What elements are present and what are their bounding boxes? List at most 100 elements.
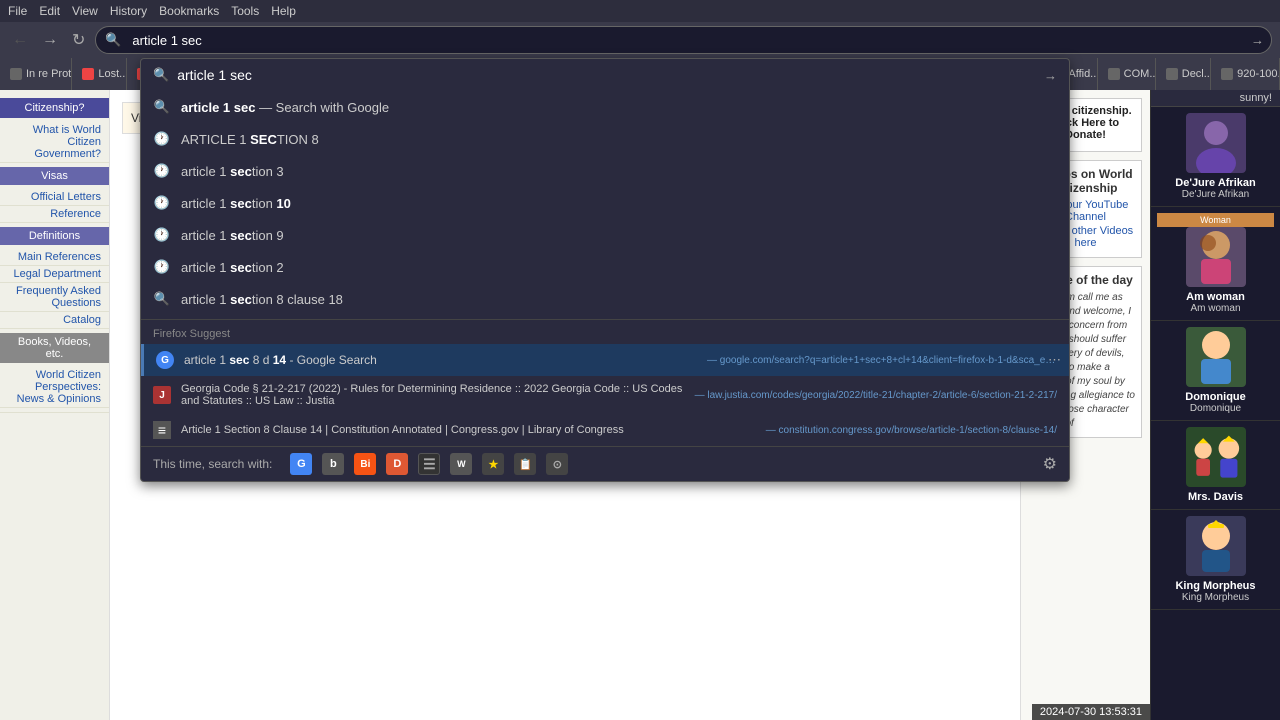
rp-name-dejure: De'Jure Afrikan <box>1157 189 1274 200</box>
rp-item-amwoman[interactable]: Woman Am woman Am woman <box>1151 207 1280 321</box>
menu-history[interactable]: History <box>110 4 147 18</box>
engine-clipboard[interactable]: 📋 <box>514 453 536 475</box>
rp-item-kingmorpheus[interactable]: King Morpheus King Morpheus <box>1151 510 1280 610</box>
rp-item-domonique[interactable]: Domonique Domonique <box>1151 321 1280 421</box>
nav-documents-header: Visas <box>0 167 109 185</box>
toolbar: ← → ↻ 🔍 → <box>0 22 1280 58</box>
ac-item-section9[interactable]: 🕐 article 1 section 9 <box>141 219 1069 251</box>
ac-history-icon-0: 🕐 <box>153 130 171 148</box>
engine-wikipedia[interactable]: W <box>450 453 472 475</box>
tab-0[interactable]: In re Prot... <box>0 58 72 90</box>
ac-search-icon: 🔍 <box>153 98 171 116</box>
rp-avatar-domonique <box>1186 327 1246 387</box>
right-panel: sunny! De'Jure Afrikan De'Jure Afrikan W… <box>1150 90 1280 720</box>
tab-favicon-20 <box>1221 68 1233 80</box>
nav-link-perspectives[interactable] <box>0 408 109 413</box>
engine-history[interactable]: ⊙ <box>546 453 568 475</box>
rp-name-dejure-bold: De'Jure Afrikan <box>1157 177 1274 189</box>
ac-history-icon-3: 🕐 <box>153 226 171 244</box>
menu-help[interactable]: Help <box>271 4 296 18</box>
nav-link-0[interactable]: What is World Citizen Government? <box>0 122 109 163</box>
menu-bookmarks[interactable]: Bookmarks <box>159 4 219 18</box>
ac-history-icon-2: 🕐 <box>153 194 171 212</box>
ac-item-section10[interactable]: 🕐 article 1 section 10 <box>141 187 1069 219</box>
ac-justia-icon: J <box>153 386 171 404</box>
ac-item-section8c18[interactable]: 🔍 article 1 section 8 clause 18 <box>141 283 1069 315</box>
address-bar-container: 🔍 → <box>95 26 1272 54</box>
ac-item-section3[interactable]: 🕐 article 1 section 3 <box>141 155 1069 187</box>
rp-avatar-mrsdavis <box>1186 427 1246 487</box>
ac-search-icon-2: 🔍 <box>153 290 171 308</box>
ac-footer-label: This time, search with: <box>153 457 272 471</box>
rp-name-amwoman-bold: Am woman <box>1157 291 1274 303</box>
autocomplete-input[interactable] <box>177 67 1044 83</box>
nav-link-visas[interactable]: Official Letters <box>0 189 109 206</box>
nav-reference-header: Definitions <box>0 227 109 245</box>
autocomplete-forward-icon[interactable]: → <box>1044 68 1057 83</box>
ac-separator <box>141 319 1069 320</box>
ac-congress-icon: ≡ <box>153 421 171 439</box>
nav-link-definitions[interactable]: Main References <box>0 249 109 266</box>
autocomplete-header: 🔍 → <box>141 59 1069 91</box>
engine-ecosia[interactable]: ☰ <box>418 453 440 475</box>
nav-citizenship-title: Citizenship? <box>0 98 109 118</box>
menu-view[interactable]: View <box>72 4 98 18</box>
autocomplete-dropdown: 🔍 → 🔍 article 1 sec — Search with Google… <box>140 58 1070 482</box>
nav-link-mainref[interactable]: Legal Department <box>0 266 109 283</box>
ac-history-icon-4: 🕐 <box>153 258 171 276</box>
engine-google[interactable]: G <box>290 453 312 475</box>
tab-19[interactable]: Decl... <box>1156 58 1211 90</box>
menu-edit[interactable]: Edit <box>39 4 60 18</box>
nav-link-letters[interactable]: Reference <box>0 206 109 223</box>
ac-google-icon: G <box>156 351 174 369</box>
engine-bookmark[interactable]: b <box>322 453 344 475</box>
engine-duckduckgo[interactable]: D <box>386 453 408 475</box>
ac-url-item-1[interactable]: J Georgia Code § 21-2-217 (2022) - Rules… <box>141 376 1069 414</box>
go-button[interactable]: → <box>1251 33 1264 48</box>
woman-tag: Woman <box>1157 213 1274 227</box>
rp-item-mrsdavis[interactable]: Mrs. Davis <box>1151 421 1280 510</box>
menu-tools[interactable]: Tools <box>231 4 259 18</box>
rp-name-domonique: Domonique <box>1157 403 1274 414</box>
tab-favicon-19 <box>1166 68 1178 80</box>
menu-file[interactable]: File <box>8 4 27 18</box>
rp-name-amwoman: Am woman <box>1157 303 1274 314</box>
rp-name-kingmorpheus: King Morpheus <box>1157 592 1274 603</box>
ac-url-item-0[interactable]: G article 1 sec 8 d 14 - Google Search —… <box>141 344 1069 376</box>
rp-avatar-kingmorpheus <box>1186 516 1246 576</box>
nav-link-legal[interactable]: Frequently Asked Questions <box>0 283 109 312</box>
ac-footer: This time, search with: G b Bi D ☰ W ★ 📋… <box>141 446 1069 481</box>
engine-starred[interactable]: ★ <box>482 453 504 475</box>
rp-name-kingmorpheus-bold: King Morpheus <box>1157 580 1274 592</box>
autocomplete-search-icon: 🔍 <box>153 67 169 83</box>
back-button[interactable]: ← <box>8 27 32 53</box>
nav-link-books[interactable]: World Citizen Perspectives: News & Opini… <box>0 367 109 408</box>
reload-button[interactable]: ↻ <box>68 26 89 54</box>
nav-link-faq[interactable]: Catalog <box>0 312 109 329</box>
engine-bing[interactable]: Bi <box>354 453 376 475</box>
nav-catalog-header: Books, Videos, etc. <box>0 333 109 363</box>
ac-url-item-2[interactable]: ≡ Article 1 Section 8 Clause 14 | Consti… <box>141 414 1069 446</box>
rp-avatar-dejure <box>1186 113 1246 173</box>
rp-avatar-amwoman <box>1186 227 1246 287</box>
tab-favicon-0 <box>10 68 22 80</box>
timestamp-bar: 2024-07-30 13:53:31 <box>1032 704 1150 720</box>
ac-item-section2[interactable]: 🕐 article 1 section 2 <box>141 251 1069 283</box>
address-bar[interactable] <box>95 26 1272 54</box>
tab-18[interactable]: COM... <box>1098 58 1156 90</box>
sunny-bar: sunny! <box>1151 90 1280 107</box>
rp-name-domonique-bold: Domonique <box>1157 391 1274 403</box>
rp-item-dejure[interactable]: De'Jure Afrikan De'Jure Afrikan <box>1151 107 1280 207</box>
ac-item-search-google[interactable]: 🔍 article 1 sec — Search with Google <box>141 91 1069 123</box>
address-search-icon: 🔍 <box>105 32 121 48</box>
forward-button[interactable]: → <box>38 27 62 53</box>
tab-20[interactable]: 920-100... <box>1211 58 1280 90</box>
ac-section-label: Firefox Suggest <box>141 324 1069 344</box>
ac-history-icon-1: 🕐 <box>153 162 171 180</box>
tab-1[interactable]: Lost... <box>72 58 127 90</box>
tab-favicon-18 <box>1108 68 1120 80</box>
ac-item-section8[interactable]: 🕐 ARTICLE 1 SECTION 8 <box>141 123 1069 155</box>
tab-favicon-1 <box>82 68 94 80</box>
ac-more-btn-0[interactable]: ⋯ <box>1048 352 1061 368</box>
search-settings-icon[interactable]: ⚙ <box>1043 454 1057 474</box>
